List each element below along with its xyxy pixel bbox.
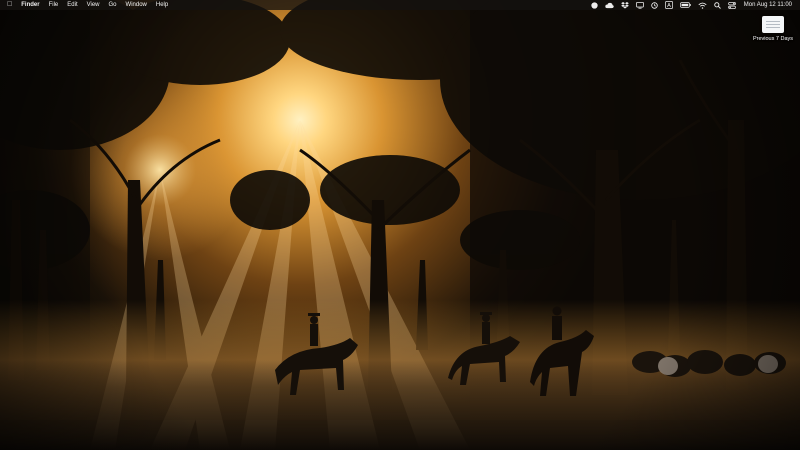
menu-clock[interactable]: Mon Aug 12 11:00 [744,0,792,10]
display-icon[interactable] [635,0,644,10]
menu-file[interactable]: File [49,0,59,10]
desktop-file-previous-7-days[interactable]: Previous 7 Days [748,16,798,42]
menu-view[interactable]: View [87,0,100,10]
dropbox-icon[interactable] [620,0,629,10]
menu-help[interactable]: Help [156,0,168,10]
wifi-icon[interactable] [698,0,707,10]
search-icon[interactable] [713,0,721,10]
timer-icon[interactable] [651,0,658,10]
menu-edit[interactable]: Edit [67,0,77,10]
document-icon [762,16,784,33]
menu-app-name[interactable]: Finder [21,0,39,10]
keyboard-letter: A [667,3,671,9]
control-center-icon[interactable] [727,0,736,10]
menu-go[interactable]: Go [109,0,117,10]
keyboard-input-icon[interactable]: A [664,0,673,10]
battery-icon[interactable] [679,0,691,10]
desktop-file-label: Previous 7 Days [752,36,794,42]
record-icon[interactable] [591,0,598,10]
desktop-wallpaper [0,0,800,450]
menu-bar:  Finder File Edit View Go Window Help A [0,0,800,10]
apple-logo-icon[interactable]:  [7,0,12,10]
cloud-icon[interactable] [605,0,614,10]
menu-window[interactable]: Window [126,0,147,10]
